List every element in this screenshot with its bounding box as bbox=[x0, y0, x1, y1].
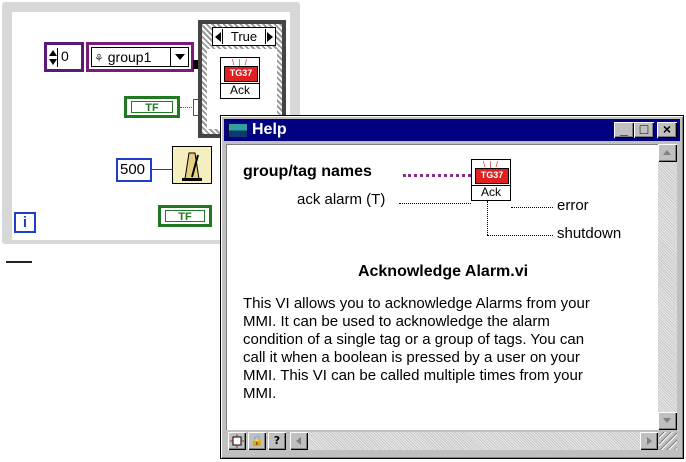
numeric-control[interactable]: 0 bbox=[44, 42, 84, 72]
case-selector[interactable]: True bbox=[212, 27, 276, 46]
input-ack-alarm: ack alarm (T) bbox=[297, 191, 386, 208]
iteration-terminal: i bbox=[14, 212, 36, 233]
shutdown-output-wire-vertical bbox=[487, 201, 488, 235]
stray-line bbox=[6, 261, 32, 263]
ack-alarm-vi-node[interactable]: \ | / TG37 Ack bbox=[220, 57, 260, 99]
resize-grip-icon[interactable] bbox=[659, 432, 677, 450]
metronome-icon[interactable] bbox=[172, 146, 212, 184]
chevron-down-icon[interactable] bbox=[170, 48, 188, 66]
scroll-down-button[interactable] bbox=[658, 412, 677, 430]
output-shutdown: shutdown bbox=[557, 225, 622, 242]
maximize-button[interactable]: □ bbox=[634, 122, 654, 138]
close-button[interactable]: × bbox=[657, 122, 677, 138]
numeric-control-value: 0 bbox=[61, 48, 69, 64]
required-input-wire bbox=[403, 174, 471, 177]
tg37-badge: TG37 bbox=[224, 66, 258, 82]
boolean-control-stop[interactable]: TF bbox=[158, 205, 212, 227]
question-icon: ? bbox=[273, 434, 281, 447]
boolean-control-ack[interactable]: TF bbox=[124, 96, 180, 118]
optional-input-wire bbox=[399, 203, 471, 204]
vi-name: Acknowledge Alarm.vi bbox=[357, 263, 529, 280]
help-window[interactable]: Help _ □ × group/tag names ack alarm (T)… bbox=[220, 115, 684, 459]
increment-decrement-icon[interactable] bbox=[49, 48, 58, 67]
help-title-bar[interactable]: Help _ □ × bbox=[224, 119, 680, 141]
iteration-label: i bbox=[22, 214, 28, 231]
help-vi-icon: \ | / TG37 Ack bbox=[471, 159, 511, 201]
help-content: group/tag names ack alarm (T) \ | / TG37… bbox=[226, 144, 658, 430]
wait-constant-value: 500 bbox=[120, 161, 146, 178]
vi-description: This VI allows you to acknowledge Alarms… bbox=[243, 295, 590, 402]
scroll-left-button[interactable] bbox=[290, 432, 308, 450]
vertical-scrollbar[interactable] bbox=[658, 144, 677, 430]
online-help-button[interactable]: ? bbox=[268, 432, 286, 450]
wait-constant[interactable]: 500 bbox=[116, 158, 152, 182]
diagram-icon bbox=[230, 434, 244, 448]
minimize-button[interactable]: _ bbox=[614, 122, 634, 138]
output-error: error bbox=[557, 197, 589, 214]
tag-name-control[interactable]: ⚘ group1 bbox=[86, 42, 194, 72]
numeric-wire bbox=[152, 169, 172, 170]
tg37-badge: TG37 bbox=[475, 168, 509, 184]
tag-icon: ⚘ bbox=[94, 53, 104, 65]
block-diagram-toggle-button[interactable] bbox=[228, 432, 246, 450]
vi-label: Ack bbox=[472, 185, 510, 199]
vi-label: Ack bbox=[221, 83, 259, 97]
error-output-wire bbox=[511, 207, 553, 208]
help-bottom-bar: 🔒 ? bbox=[226, 430, 677, 452]
scroll-right-button[interactable] bbox=[640, 432, 658, 450]
scroll-up-button[interactable] bbox=[658, 144, 677, 162]
lock-icon: 🔒 bbox=[250, 434, 264, 447]
increment-case-icon[interactable] bbox=[267, 32, 273, 42]
decrement-case-icon[interactable] bbox=[215, 32, 221, 42]
tag-control-value: group1 bbox=[107, 49, 152, 65]
help-title: Help bbox=[252, 121, 287, 138]
input-group-tag-names: group/tag names bbox=[243, 163, 372, 180]
metronome-graphic bbox=[182, 152, 202, 181]
boolean-label: TF bbox=[165, 210, 205, 223]
lock-button[interactable]: 🔒 bbox=[248, 432, 266, 450]
help-app-icon bbox=[228, 123, 248, 138]
boolean-label: TF bbox=[131, 101, 173, 114]
case-label: True bbox=[230, 29, 258, 44]
horizontal-scrollbar[interactable] bbox=[290, 432, 658, 450]
shutdown-output-wire bbox=[487, 235, 553, 236]
